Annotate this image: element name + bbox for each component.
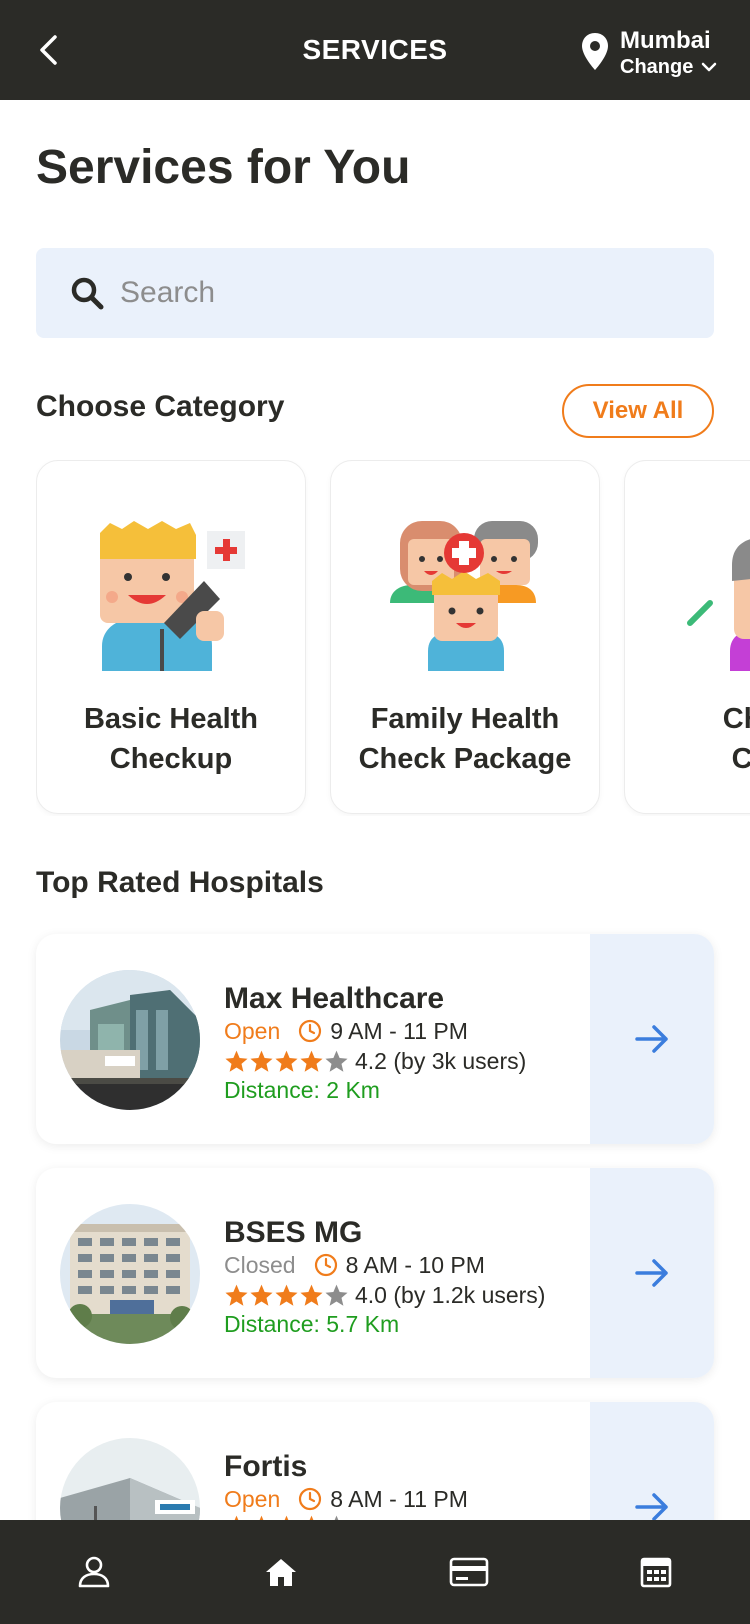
hospital-name: Max Healthcare bbox=[224, 982, 445, 1015]
arrow-right-icon bbox=[635, 1025, 668, 1053]
star-filled-icon bbox=[225, 1050, 248, 1072]
hospital-card-bses-mg[interactable]: BSES MG Closed 8 AM - 10 PM 4.0 (by 1.2k… bbox=[36, 1168, 714, 1378]
hospital-name: BSES MG bbox=[224, 1216, 363, 1249]
clock-icon bbox=[314, 1253, 337, 1277]
hospital-open-button[interactable] bbox=[590, 1168, 714, 1378]
hospital-photo bbox=[60, 1204, 200, 1344]
arrow-right-icon bbox=[635, 1493, 668, 1521]
chevron-down-icon bbox=[702, 62, 717, 72]
card-icon bbox=[449, 1557, 489, 1587]
star-empty-icon bbox=[325, 1050, 348, 1072]
top-app-bar: SERVICES Mumbai Change bbox=[0, 0, 750, 100]
hospital-hours: 8 AM - 11 PM bbox=[330, 1486, 468, 1512]
location-selector[interactable]: Mumbai Change bbox=[580, 26, 717, 78]
category-card-child-checkup[interactable]: Child Che bbox=[624, 460, 750, 814]
hospital-photo bbox=[60, 970, 200, 1110]
star-filled-icon bbox=[275, 1050, 298, 1072]
star-filled-icon bbox=[225, 1284, 248, 1306]
nav-profile[interactable] bbox=[0, 1520, 188, 1624]
bottom-navigation bbox=[0, 1520, 750, 1624]
star-filled-icon bbox=[250, 1050, 273, 1072]
category-label: Child Che bbox=[722, 703, 750, 775]
hospital-status: Closed bbox=[224, 1252, 296, 1278]
hospital-hours: 9 AM - 11 PM bbox=[330, 1018, 468, 1044]
star-filled-icon bbox=[300, 1050, 323, 1072]
hospital-hours: 8 AM - 10 PM bbox=[345, 1252, 485, 1278]
arrow-right-icon bbox=[635, 1259, 668, 1287]
nav-home[interactable] bbox=[188, 1520, 376, 1624]
clock-icon bbox=[299, 1487, 322, 1511]
nav-payments[interactable] bbox=[375, 1520, 563, 1624]
rating-text: 4.2 (by 3k users) bbox=[355, 1048, 527, 1074]
child-virus-icon bbox=[687, 539, 750, 671]
page-title: Services for You bbox=[36, 141, 411, 194]
man-phone-icon bbox=[100, 521, 245, 671]
hospital-distance: Distance: 2 Km bbox=[224, 1077, 380, 1103]
hospital-distance: Distance: 5.7 Km bbox=[224, 1311, 400, 1337]
family-health-icon bbox=[390, 521, 538, 671]
search-icon bbox=[71, 277, 104, 310]
star-filled-icon bbox=[275, 1284, 298, 1306]
category-label: Family Health Check Package bbox=[358, 703, 572, 775]
view-all-button[interactable]: View All bbox=[562, 384, 714, 438]
calendar-icon bbox=[640, 1557, 672, 1588]
category-section-title: Choose Category bbox=[36, 390, 285, 423]
rating-stars bbox=[224, 1283, 349, 1308]
rating-text: 4.0 (by 1.2k users) bbox=[355, 1282, 546, 1308]
nav-calendar[interactable] bbox=[563, 1520, 750, 1624]
map-pin-icon bbox=[582, 33, 608, 70]
user-icon bbox=[78, 1556, 110, 1588]
search-bar[interactable] bbox=[36, 248, 714, 338]
hospital-open-button[interactable] bbox=[590, 934, 714, 1144]
clock-icon bbox=[299, 1019, 322, 1043]
category-carousel[interactable]: Basic Health Checkup Family Health Check… bbox=[36, 460, 750, 816]
hospital-status: Open bbox=[224, 1486, 281, 1512]
hospital-card-max-healthcare[interactable]: Max Healthcare Open 9 AM - 11 PM 4.2 (by… bbox=[36, 934, 714, 1144]
location-change-label: Change bbox=[620, 56, 694, 78]
location-change-link[interactable]: Change bbox=[620, 56, 717, 78]
star-empty-icon bbox=[325, 1284, 348, 1306]
category-card-family-health-check-package[interactable]: Family Health Check Package bbox=[330, 460, 600, 814]
category-card-basic-health-checkup[interactable]: Basic Health Checkup bbox=[36, 460, 306, 814]
home-icon bbox=[266, 1559, 297, 1586]
category-label: Basic Health Checkup bbox=[83, 703, 259, 775]
star-filled-icon bbox=[300, 1284, 323, 1306]
rating-stars bbox=[224, 1049, 349, 1074]
hospital-name: Fortis bbox=[224, 1450, 308, 1483]
search-input[interactable] bbox=[120, 276, 660, 310]
star-filled-icon bbox=[250, 1284, 273, 1306]
hospitals-section-title: Top Rated Hospitals bbox=[36, 866, 324, 899]
location-city: Mumbai bbox=[620, 27, 711, 54]
hospital-status: Open bbox=[224, 1018, 281, 1044]
